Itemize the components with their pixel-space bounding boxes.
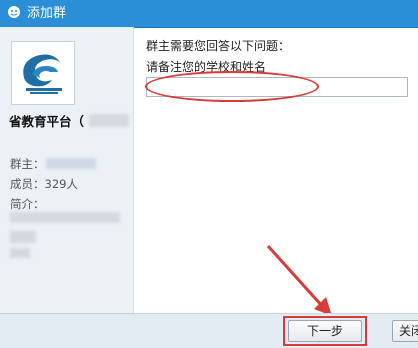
redacted-intro-line-2	[10, 231, 36, 243]
group-name: 省教育平台（	[9, 114, 85, 129]
redacted-intro-line-1	[10, 212, 120, 223]
close-button[interactable]: 关闭	[392, 320, 418, 342]
group-avatar	[11, 41, 75, 105]
redacted-intro-line-3	[10, 248, 30, 258]
owner-label: 群主：	[10, 157, 45, 171]
qq-group-icon	[6, 5, 22, 21]
answer-input[interactable]	[146, 77, 408, 97]
members-label: 成员：	[10, 177, 45, 191]
members-row: 成员：329人	[10, 176, 78, 192]
question-header: 群主需要您回答以下问题：	[146, 39, 291, 53]
question-text: 请备注您的学校和姓名	[146, 60, 267, 74]
redacted-group-number	[89, 114, 129, 127]
intro-label: 简介：	[10, 197, 45, 211]
title-bar: 添加群	[0, 0, 418, 28]
window-title: 添加群	[27, 6, 67, 21]
education-logo-icon	[23, 54, 62, 94]
next-step-button[interactable]: 下一步	[288, 320, 362, 342]
redacted-owner	[46, 158, 96, 169]
members-count: 329人	[44, 177, 78, 191]
group-info-panel: 省教育平台（ 群主： 成员：329人 简介：	[0, 27, 134, 313]
